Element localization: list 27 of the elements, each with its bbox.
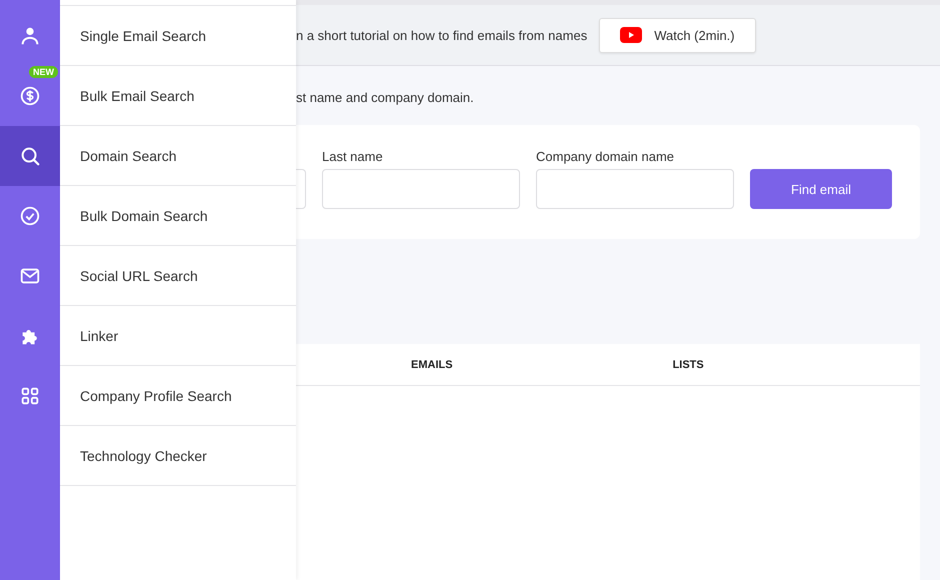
menu-item[interactable]: Single Email Search <box>60 5 296 65</box>
dollar-icon <box>19 85 41 107</box>
menu-item[interactable]: Company Profile Search <box>60 365 296 425</box>
watch-button[interactable]: Watch (2min.) <box>599 18 756 52</box>
find-email-button[interactable]: Find email <box>750 169 892 209</box>
new-badge: NEW <box>29 66 58 78</box>
field-label: Last name <box>322 149 384 164</box>
tutorial-text: n a short tutorial on how to find emails from names <box>296 28 588 42</box>
menu-item[interactable]: Domain Search <box>60 125 296 185</box>
description-text: st name and company domain. <box>296 90 475 105</box>
apps-icon <box>19 385 41 407</box>
column-header: EMAILS <box>411 358 453 370</box>
menu-item[interactable]: Technology Checker <box>60 425 296 486</box>
video-play-icon <box>620 27 642 43</box>
column-header: LISTS <box>672 358 704 370</box>
input-field[interactable] <box>536 169 734 209</box>
menu-item[interactable]: Social URL Search <box>60 245 296 305</box>
search-icon <box>19 145 41 167</box>
menu-item[interactable]: Bulk Email Search <box>60 65 296 125</box>
check-circle-icon <box>19 205 41 227</box>
menu-item[interactable]: Bulk Domain Search <box>60 185 296 245</box>
field-label: Company domain name <box>536 149 676 164</box>
user-icon <box>19 25 41 47</box>
menu-item[interactable]: Linker <box>60 305 296 365</box>
sidebar-button[interactable] <box>0 126 60 186</box>
input-field[interactable] <box>296 169 306 209</box>
input-field[interactable] <box>322 169 520 209</box>
